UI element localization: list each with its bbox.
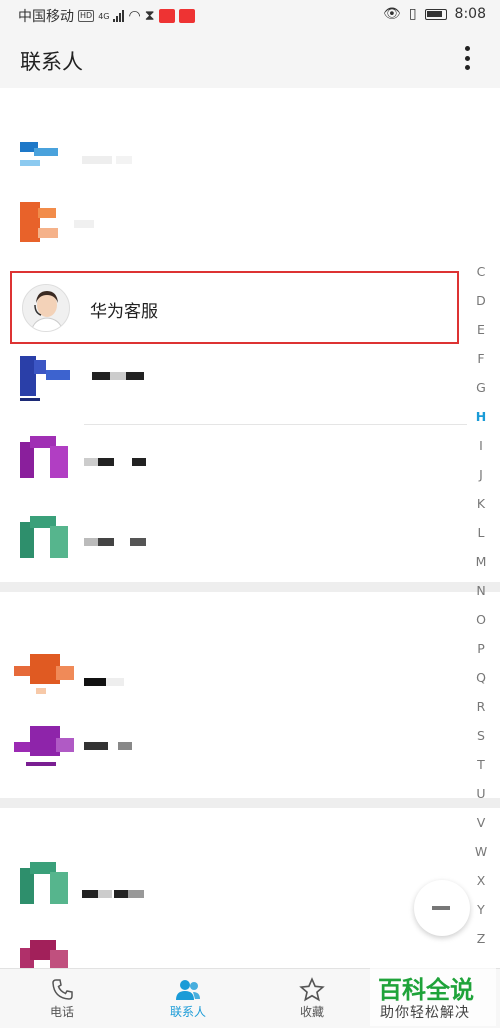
watermark-subtitle: 助你轻松解决 [380, 1005, 470, 1021]
index-letter-t[interactable]: T [470, 755, 492, 784]
tab-favorites[interactable]: 收藏 [272, 977, 352, 1020]
blurred-contact-name [84, 538, 154, 546]
carrier-label: 中国移动 [18, 9, 74, 25]
index-letter-w[interactable]: W [470, 842, 492, 871]
contact-row[interactable] [0, 644, 470, 708]
index-letter-g[interactable]: G [470, 378, 492, 407]
contact-avatar [20, 356, 70, 406]
index-letter-m[interactable]: M [470, 552, 492, 581]
contacts-icon [148, 977, 228, 1003]
add-contact-fab[interactable] [414, 880, 470, 936]
battery-icon [424, 8, 447, 20]
alphabet-index[interactable]: CDEFGHIJKLMNOPQRSTUVWXYZ [470, 262, 492, 958]
tab-contacts[interactable]: 联系人 [148, 977, 228, 1020]
contact-avatar [20, 436, 70, 486]
tab-phone[interactable]: 电话 [22, 977, 102, 1020]
network-label: 4G [98, 11, 110, 21]
wifi-icon: ◠ [128, 8, 141, 24]
page-title: 联系人 [20, 50, 83, 74]
index-letter-y[interactable]: Y [470, 900, 492, 929]
blurred-contact-name [82, 156, 142, 164]
contact-row[interactable] [0, 718, 470, 782]
index-letter-p[interactable]: P [470, 639, 492, 668]
contact-row[interactable] [0, 508, 470, 572]
tab-label: 电话 [49, 1005, 74, 1019]
index-letter-o[interactable]: O [470, 610, 492, 639]
contact-avatar [20, 138, 70, 188]
contact-avatar [14, 654, 74, 704]
notification-app-icon-2 [178, 9, 195, 23]
blurred-contact-name [92, 372, 152, 380]
contact-row[interactable] [0, 126, 470, 190]
eye-icon: 👁 [383, 6, 401, 22]
blurred-contact-name [84, 742, 144, 750]
vibrate-icon: ▯ [408, 6, 417, 22]
highlighted-contact-row[interactable]: 华为客服 [10, 271, 459, 344]
blurred-contact-name [84, 678, 144, 686]
contact-row[interactable] [0, 854, 470, 918]
blurred-contact-name [82, 890, 152, 898]
status-bar: 中国移动 HD 4G ◠ ⧗ 👁 ▯ 8:08 [0, 0, 500, 30]
hourglass-icon: ⧗ [144, 8, 155, 24]
index-letter-d[interactable]: D [470, 291, 492, 320]
customer-service-avatar [22, 284, 70, 332]
contact-group-2 [0, 592, 500, 798]
more-vertical-icon[interactable] [464, 46, 470, 70]
contact-name: 华为客服 [90, 302, 158, 322]
signal-icon [113, 10, 125, 22]
section-gap [0, 798, 500, 808]
contact-row[interactable] [0, 190, 470, 254]
clock: 8:08 [454, 6, 486, 22]
watermark-logo: 百科全说 助你轻松解决 [370, 968, 496, 1026]
hd-icon: HD [78, 10, 95, 22]
contact-row[interactable] [0, 428, 470, 492]
index-letter-c[interactable]: C [470, 262, 492, 291]
blurred-contact-name [74, 220, 104, 228]
index-letter-i[interactable]: I [470, 436, 492, 465]
row-divider [84, 424, 467, 425]
contact-avatar [14, 726, 74, 776]
contact-avatar [20, 202, 70, 252]
app-bar: 联系人 [0, 30, 500, 88]
index-letter-h[interactable]: H [470, 407, 492, 436]
index-letter-x[interactable]: X [470, 871, 492, 900]
index-letter-q[interactable]: Q [470, 668, 492, 697]
index-letter-k[interactable]: K [470, 494, 492, 523]
index-letter-v[interactable]: V [470, 813, 492, 842]
index-letter-f[interactable]: F [470, 349, 492, 378]
watermark-title: 百科全说 [378, 976, 474, 1004]
contact-row[interactable] [0, 348, 470, 412]
index-letter-z[interactable]: Z [470, 929, 492, 958]
index-letter-n[interactable]: N [470, 581, 492, 610]
index-letter-s[interactable]: S [470, 726, 492, 755]
index-letter-r[interactable]: R [470, 697, 492, 726]
index-letter-u[interactable]: U [470, 784, 492, 813]
contact-avatar [20, 516, 70, 566]
tab-label: 联系人 [169, 1005, 206, 1019]
tab-label: 收藏 [299, 1005, 324, 1019]
index-letter-l[interactable]: L [470, 523, 492, 552]
phone-icon [22, 977, 102, 1003]
index-letter-j[interactable]: J [470, 465, 492, 494]
section-gap [0, 582, 500, 592]
index-letter-e[interactable]: E [470, 320, 492, 349]
notification-app-icon [158, 9, 175, 23]
blurred-contact-name [84, 458, 154, 466]
star-icon [272, 977, 352, 1003]
contact-avatar [20, 862, 70, 912]
